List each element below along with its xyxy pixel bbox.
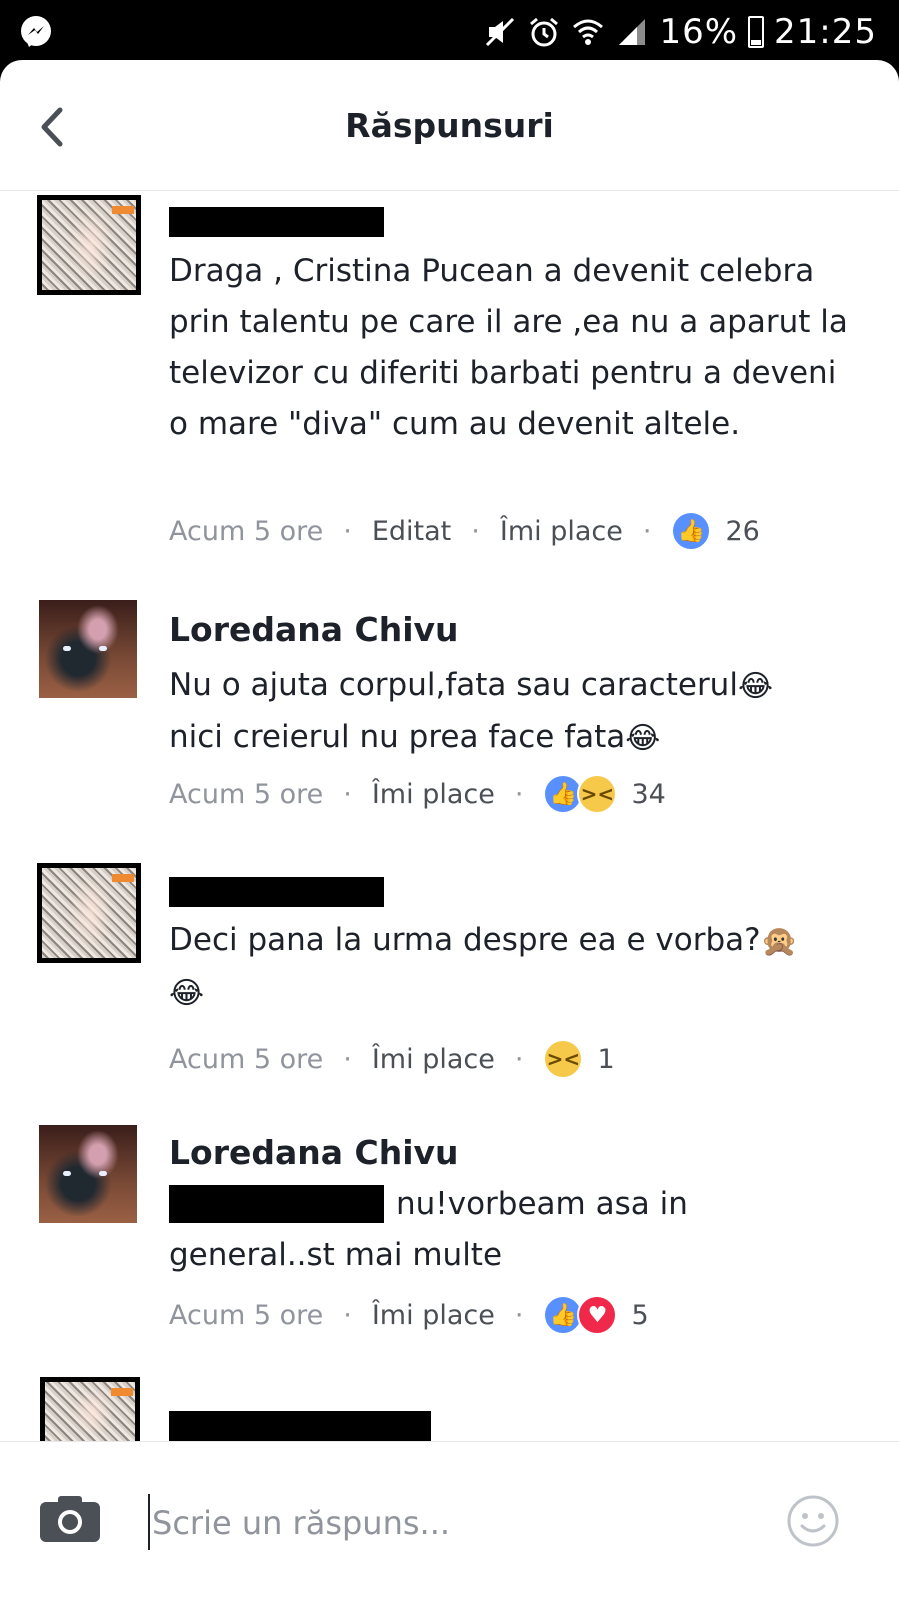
header: Răspunsuri (0, 60, 899, 191)
comment-time: Acum 5 ore (169, 778, 324, 810)
comment-meta: Acum 5 ore · Îmi place · 👍 ♥ 5 (169, 1293, 649, 1337)
comment-meta: Acum 5 ore · Editat · Îmi place · 👍 26 (169, 509, 760, 553)
camera-icon[interactable] (38, 1494, 102, 1544)
wifi-icon (573, 19, 604, 45)
separator-dot: · (343, 1043, 352, 1075)
separator-dot: · (642, 515, 652, 547)
comment-text: Draga , Cristina Pucean a devenit celebr… (169, 253, 848, 442)
comment-list: Draga , Cristina Pucean a devenit celebr… (0, 191, 899, 1529)
alarm-icon (530, 17, 559, 47)
battery-icon (748, 16, 765, 48)
reactions[interactable]: 👍 >< 34 (543, 774, 666, 814)
love-reaction-icon: ♥ (577, 1295, 618, 1335)
reactions[interactable]: 👍 ♥ 5 (543, 1295, 649, 1335)
redacted-author-name (169, 207, 384, 237)
reply-input[interactable] (150, 1492, 754, 1554)
reaction-count: 1 (597, 1043, 615, 1075)
reaction-count: 34 (631, 778, 666, 810)
avatar[interactable] (37, 863, 141, 963)
smiley-icon[interactable] (786, 1494, 840, 1548)
messenger-icon (21, 16, 51, 47)
haha-reaction-icon: >< (543, 1039, 584, 1079)
reaction-count: 26 (725, 515, 760, 547)
mute-icon (486, 17, 515, 47)
comment-time: Acum 5 ore (169, 1043, 324, 1075)
edited-label[interactable]: Editat (372, 516, 451, 547)
separator-dot: · (514, 778, 524, 810)
comment-time: Acum 5 ore (169, 1299, 324, 1331)
comment-text-line2: nici creierul nu prea face fata (169, 719, 626, 755)
comment-meta: Acum 5 ore · Îmi place · 👍 >< 34 (169, 772, 666, 816)
laughing-tears-emoji: 😂 (737, 669, 774, 704)
avatar[interactable] (39, 1125, 137, 1223)
reply-bar (0, 1441, 899, 1599)
page-title: Răspunsuri (345, 106, 554, 145)
redacted-author-name (169, 877, 384, 907)
comment-text: Deci pana la urma despre ea e vorba?🙊 😂 (169, 915, 849, 1019)
separator-dot: · (343, 778, 352, 810)
replies-panel: Răspunsuri Draga , Cristina Pucean a dev… (0, 60, 899, 1599)
reactions[interactable]: 👍 26 (671, 511, 760, 551)
comment-author[interactable]: Loredana Chivu (169, 610, 459, 649)
status-bar: 16% 21:25 (0, 0, 899, 62)
avatar[interactable] (40, 1377, 140, 1447)
avatar[interactable] (39, 600, 137, 698)
comment-text: nu!vorbeam asa in general..st mai multe (169, 1186, 688, 1273)
separator-dot: · (514, 1043, 524, 1075)
comment-text-line1: Nu o ajuta corpul,fata sau caracterul (169, 667, 738, 703)
avatar[interactable] (37, 195, 141, 295)
haha-reaction-icon: >< (577, 774, 618, 814)
laughing-tears-emoji: 😂 (169, 976, 205, 1011)
separator-dot: · (343, 515, 352, 547)
separator-dot: · (514, 1299, 524, 1331)
see-no-evil-monkey-emoji: 🙊 (760, 924, 798, 959)
comment-time: Acum 5 ore (169, 515, 324, 547)
reaction-count: 5 (631, 1299, 649, 1331)
clock: 21:25 (774, 12, 877, 52)
separator-dot: · (471, 515, 480, 547)
like-button[interactable]: Îmi place (500, 516, 623, 547)
comment-text-line1: Deci pana la urma despre ea e vorba? (169, 922, 761, 958)
laughing-tears-emoji: 😂 (625, 721, 661, 756)
like-button[interactable]: Îmi place (372, 779, 495, 810)
separator-dot: · (343, 1299, 352, 1331)
like-button[interactable]: Îmi place (372, 1300, 495, 1331)
like-button[interactable]: Îmi place (372, 1044, 495, 1075)
battery-percent: 16% (659, 12, 739, 52)
comment-author[interactable]: Loredana Chivu (169, 1133, 459, 1172)
like-reaction-icon: 👍 (671, 511, 712, 551)
reactions[interactable]: >< 1 (543, 1039, 615, 1079)
comment-text: Nu o ajuta corpul,fata sau caracterul😂 n… (169, 660, 849, 764)
signal-icon (619, 19, 646, 45)
comment-meta: Acum 5 ore · Îmi place · >< 1 (169, 1037, 615, 1081)
